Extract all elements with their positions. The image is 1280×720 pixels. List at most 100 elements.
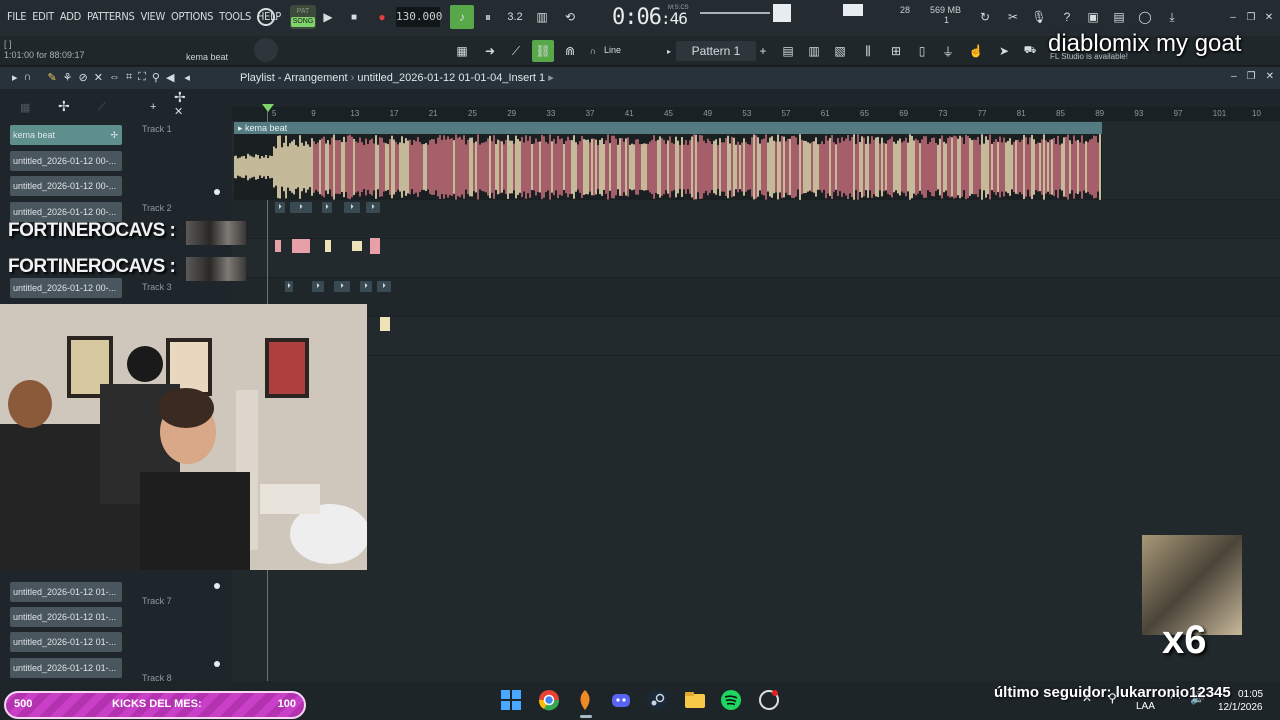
windows-start-icon[interactable] — [500, 689, 522, 711]
track-label[interactable]: Track 7 — [142, 596, 172, 606]
track-label[interactable]: Track 1 — [142, 124, 172, 134]
snap-icon[interactable]: ∩ — [586, 40, 600, 62]
pitch-slider-handle[interactable] — [773, 4, 791, 22]
picker-clip[interactable]: untitled_2026-01-12 01-... — [10, 658, 122, 678]
pattern-clip[interactable]: ⏵ — [312, 281, 324, 292]
pattern-clip[interactable]: ⏵ — [360, 281, 372, 292]
plug-icon[interactable]: ⏚ — [938, 40, 958, 62]
step-edit-icon[interactable]: ▥ — [532, 6, 552, 28]
steam-icon[interactable] — [646, 689, 668, 711]
metronome-icon[interactable]: ♪ — [450, 5, 474, 29]
menu-edit[interactable]: EDIT — [29, 10, 57, 23]
chrome-icon[interactable] — [538, 689, 560, 711]
chat-icon[interactable]: ◯ — [1136, 6, 1154, 28]
save-as-icon[interactable]: ▤ — [1110, 6, 1128, 28]
piano-roll-icon[interactable]: ▧ — [830, 40, 850, 62]
playback-icon[interactable]: ◀ — [166, 71, 174, 84]
pattern-clip[interactable]: ⏵ — [285, 281, 293, 292]
pattern-selector[interactable]: Pattern 1 — [676, 41, 756, 61]
record-icon[interactable]: ● — [374, 6, 390, 28]
wait-input-icon[interactable]: ⏸ — [478, 6, 498, 28]
pan-knob[interactable] — [254, 38, 278, 62]
slip-icon[interactable]: ⇔ — [109, 71, 120, 84]
picker-clip[interactable]: untitled_2026-01-12 00-... — [10, 278, 122, 298]
download-icon[interactable]: ⤓ — [1163, 6, 1181, 28]
pattern-clip[interactable]: ⏵ — [366, 202, 380, 213]
audio-clip-icon[interactable]: ✢ — [58, 98, 70, 115]
picker-clip[interactable]: untitled_2026-01-12 00-... — [10, 176, 122, 196]
automation-icon[interactable]: ⟋ — [98, 101, 106, 114]
pat-song-toggle[interactable]: PAT SONG — [290, 5, 316, 29]
spotify-icon[interactable] — [720, 689, 742, 711]
select-icon[interactable]: ⛶ — [138, 71, 146, 84]
delete-icon[interactable]: ⊘ — [79, 71, 88, 84]
close-icon[interactable]: ✕ — [1262, 6, 1276, 28]
restore-icon[interactable]: ❐ — [1247, 71, 1256, 82]
picker-clip[interactable]: untitled_2026-01-12 01-... — [10, 582, 122, 602]
scroll-back-icon[interactable]: ◂ — [184, 71, 190, 84]
picker-clip[interactable]: untitled_2026-01-12 01-... — [10, 632, 122, 652]
pencil-icon[interactable]: ✎ — [47, 71, 56, 84]
mixer-icon[interactable]: ⫼ — [858, 40, 878, 62]
clock-time[interactable]: 01:05 — [1238, 688, 1263, 702]
picker-clip[interactable]: untitled_2026-01-12 00-... — [10, 151, 122, 171]
obs-icon[interactable] — [758, 689, 780, 711]
browser-icon[interactable]: ⊞ — [886, 40, 906, 62]
piano-icon[interactable]: ▦ — [452, 40, 472, 62]
menu-file[interactable]: FILE — [4, 10, 29, 23]
track-1-mute-led[interactable] — [214, 189, 220, 195]
loop-record-icon[interactable]: ⟲ — [560, 6, 580, 28]
plugin-picker-icon[interactable]: ▯ — [912, 40, 932, 62]
menu-patterns[interactable]: PATTERNS — [84, 10, 137, 23]
magnet-icon[interactable]: ∩ — [24, 71, 32, 84]
track-label[interactable]: Track 3 — [142, 282, 172, 292]
main-volume-slider[interactable] — [700, 12, 770, 14]
pattern-clip[interactable]: ⏵ — [344, 202, 360, 213]
mute-icon[interactable]: ✕ — [94, 71, 103, 84]
audio-clip-kema-beat[interactable]: ▸ kema beat — [234, 122, 1102, 200]
menu-options[interactable]: OPTIONS — [168, 10, 216, 23]
playhead-marker[interactable] — [262, 104, 274, 112]
track-8-mute-led[interactable] — [214, 661, 220, 667]
sample-waveform-track4[interactable] — [376, 314, 394, 334]
playlist-icon[interactable]: ▤ — [778, 40, 798, 62]
track-7-mute-led[interactable] — [214, 583, 220, 589]
clip-menu-icon[interactable]: ▸ — [238, 123, 243, 133]
microphone-icon[interactable]: 🎙 — [1030, 6, 1048, 28]
add-track-icon[interactable]: + — [150, 101, 156, 113]
clip-header[interactable]: ▸ kema beat — [234, 122, 1102, 134]
restore-icon[interactable]: ❐ — [1244, 6, 1258, 28]
menu-view[interactable]: VIEW — [137, 10, 168, 23]
picker-clip[interactable]: untitled_2026-01-12 00-... — [10, 202, 122, 222]
track-label[interactable]: Track 2 — [142, 203, 172, 213]
send-icon[interactable]: ➤ — [994, 40, 1014, 62]
minimize-icon[interactable]: – — [1231, 71, 1237, 82]
save-icon[interactable]: ▣ — [1084, 6, 1102, 28]
help-icon[interactable]: ? — [1058, 6, 1076, 28]
paint-icon[interactable]: ⚘ — [63, 71, 73, 84]
shop-icon[interactable]: ⛟ — [1022, 40, 1038, 62]
edit-icon[interactable]: ⟋ — [506, 40, 526, 62]
fl-studio-icon[interactable] — [574, 689, 596, 711]
play-arrow-icon[interactable]: ▸ — [12, 71, 18, 84]
tools-icon[interactable]: ✂ — [1004, 6, 1022, 28]
pattern-clip[interactable]: ⏵ — [322, 202, 332, 213]
pattern-clip[interactable]: ⏵ — [377, 281, 391, 292]
link-icon[interactable]: ⛓ — [532, 40, 554, 62]
minimize-icon[interactable]: – — [1226, 6, 1240, 28]
slice-icon[interactable]: ⌗ — [126, 71, 132, 84]
channel-rack-icon[interactable]: ▥ — [804, 40, 824, 62]
pattern-prev-icon[interactable]: ▸ — [664, 40, 674, 62]
master-volume-knob[interactable] — [254, 6, 278, 28]
track-lane[interactable] — [232, 200, 1280, 239]
magnet-icon[interactable]: ⋒ — [560, 40, 580, 62]
stop-icon[interactable]: ■ — [346, 6, 362, 28]
close-icon[interactable]: ✕ — [1266, 71, 1274, 82]
piano-icon[interactable]: ▦ — [20, 101, 30, 114]
countdown-value[interactable]: 3.2 — [504, 6, 526, 28]
clock-date[interactable]: 12/1/2026 — [1218, 702, 1263, 713]
pattern-clip[interactable]: ⏵ — [334, 281, 350, 292]
tempo-display[interactable]: 130.000 — [396, 7, 442, 27]
input-language[interactable]: LAA — [1136, 701, 1155, 712]
file-explorer-icon[interactable] — [684, 689, 706, 711]
